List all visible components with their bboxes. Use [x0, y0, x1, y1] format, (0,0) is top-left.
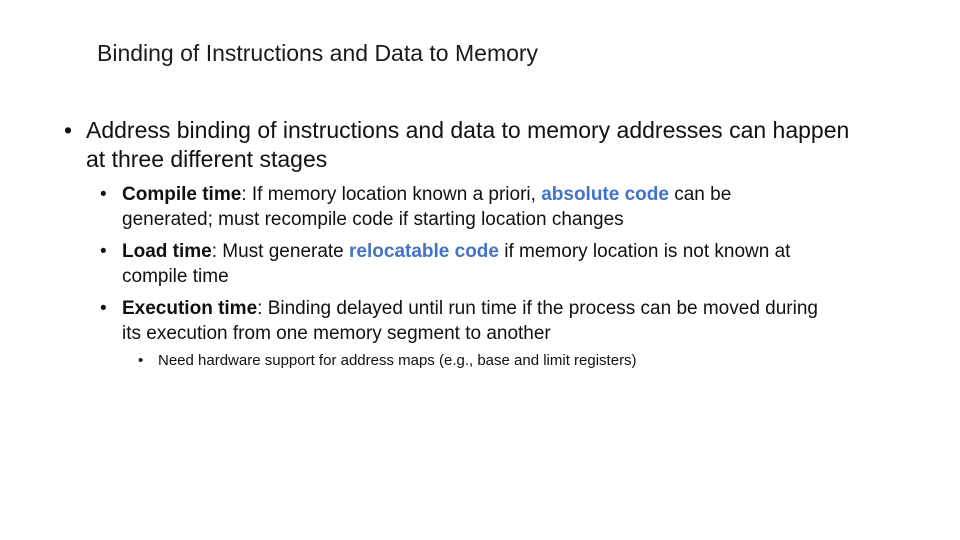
bullet-icon: •	[100, 184, 107, 205]
sub-bullet: • Need hardware support for address maps…	[138, 351, 838, 371]
stage-text: : If memory location known a priori,	[241, 184, 542, 205]
stage-execution-time: • Execution time: Binding delayed until …	[100, 296, 820, 346]
stage-term: Execution time	[122, 298, 258, 319]
bullet-icon: •	[138, 352, 144, 369]
bullet-icon: •	[100, 298, 107, 319]
slide-title: Binding of Instructions and Data to Memo…	[97, 40, 539, 66]
bullet-icon: •	[64, 117, 73, 143]
stage-term: Compile time	[122, 184, 242, 205]
slide: Binding of Instructions and Data to Memo…	[0, 0, 960, 540]
bullet-icon: •	[100, 241, 107, 262]
stage-highlight: absolute code	[541, 184, 669, 205]
stage-highlight: relocatable code	[349, 241, 499, 262]
stage-text: : Must generate	[211, 241, 350, 262]
stage-term: Load time	[122, 241, 212, 262]
sub-bullet-text: Need hardware support for address maps (…	[158, 352, 637, 369]
main-bullet: • Address binding of instructions and da…	[64, 116, 864, 174]
stage-compile-time: • Compile time: If memory location known…	[100, 182, 820, 232]
main-bullet-text: Address binding of instructions and data…	[86, 117, 850, 172]
stage-load-time: • Load time: Must generate relocatable c…	[100, 239, 820, 289]
